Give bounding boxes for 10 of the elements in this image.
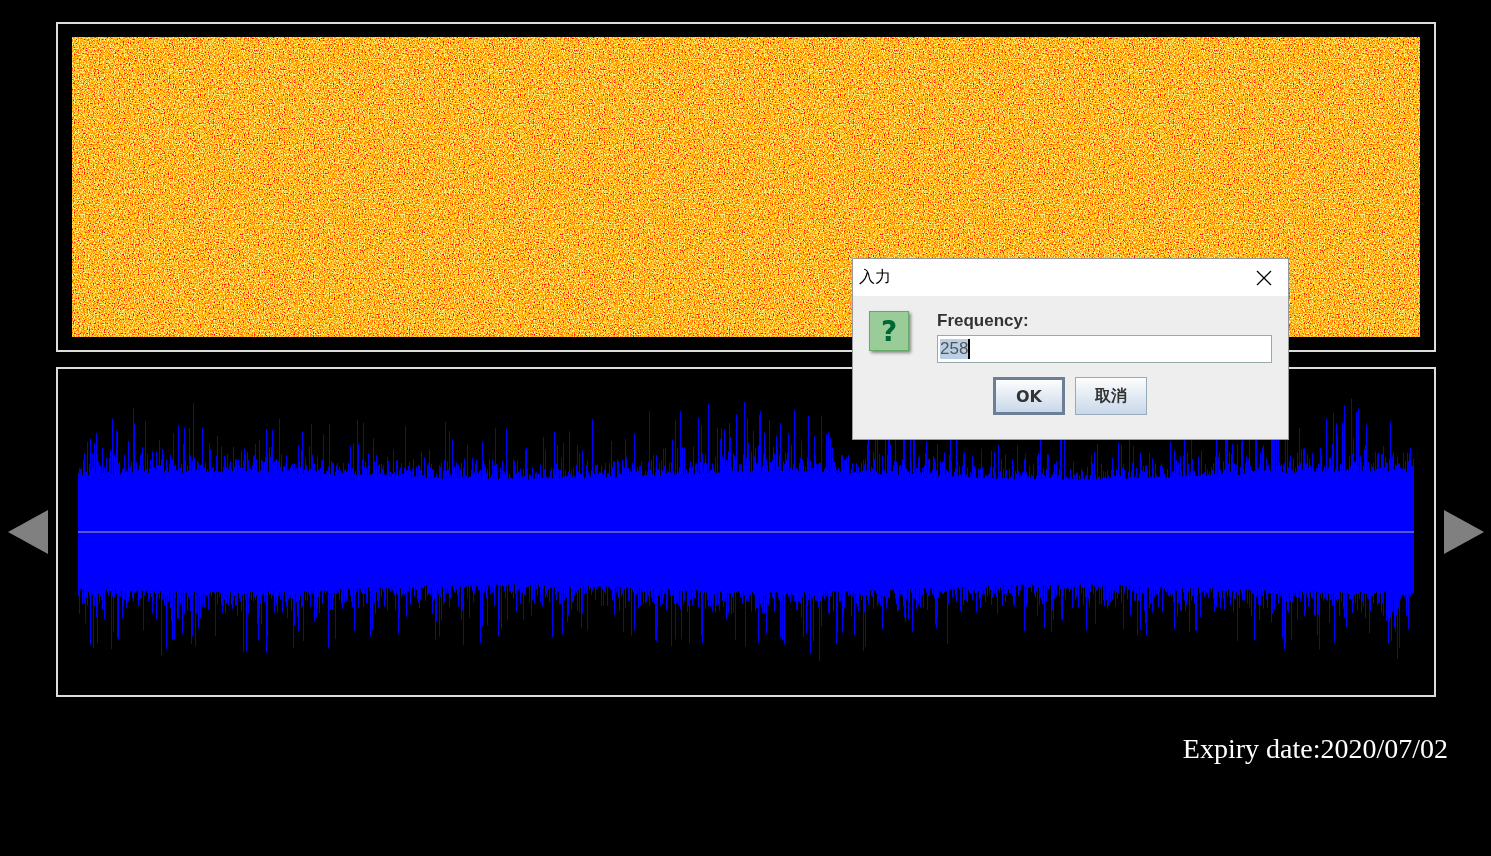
- close-icon[interactable]: [1256, 269, 1272, 286]
- ok-button[interactable]: OK: [993, 377, 1065, 415]
- frequency-label: Frequency:: [937, 311, 1030, 331]
- question-icon: ?: [869, 311, 909, 351]
- input-field[interactable]: 258: [937, 335, 1272, 363]
- left-arrow-icon[interactable]: [8, 510, 48, 554]
- expiry-date-text: Expiry date:2020/07/02: [1181, 732, 1449, 765]
- dialog-title: 入力: [859, 267, 891, 288]
- right-arrow-icon[interactable]: [1443, 510, 1484, 554]
- cancel-button[interactable]: 取消: [1075, 377, 1147, 415]
